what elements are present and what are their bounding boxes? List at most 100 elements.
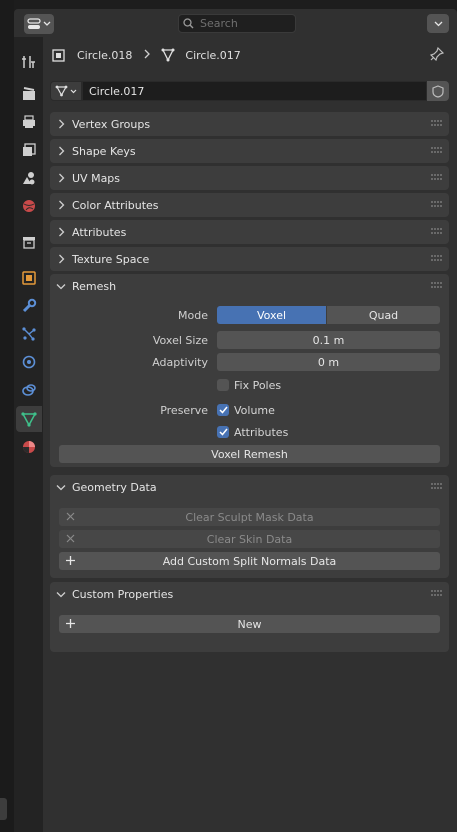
add-normals-label: Add Custom Split Normals Data (162, 554, 337, 568)
properties-header: Search (14, 9, 457, 37)
mesh-name-field[interactable]: Circle.017 (82, 81, 427, 101)
geometry-data-header[interactable]: Geometry Data (50, 475, 449, 499)
panel-uv-maps[interactable]: UV Maps (50, 166, 449, 190)
preserve-volume-checkbox[interactable]: Volume (217, 404, 275, 417)
tab-constraints[interactable] (16, 377, 42, 403)
tab-object[interactable] (16, 265, 42, 291)
tab-output[interactable] (16, 109, 42, 135)
new-property-button[interactable]: New (59, 615, 440, 633)
remesh-header[interactable]: Remesh (50, 274, 449, 298)
drag-grip-icon[interactable] (431, 483, 443, 490)
panel-title: Shape Keys (72, 144, 136, 158)
preserve-volume-row: Preserve Volume (50, 401, 449, 419)
search-icon (183, 18, 194, 29)
mesh-name-text: Circle.017 (89, 84, 145, 98)
voxel-size-field[interactable]: 0.1 m (217, 331, 440, 349)
search-placeholder: Search (200, 17, 238, 30)
properties-editor-icon (27, 18, 41, 29)
panel-title: Texture Space (72, 252, 150, 266)
drag-grip-icon[interactable] (431, 201, 443, 208)
particles-icon (22, 327, 36, 341)
world-icon (23, 200, 35, 212)
tab-world[interactable] (16, 193, 42, 219)
chevron-right-icon (50, 254, 72, 264)
physics-icon (22, 355, 36, 369)
shield-icon (432, 84, 444, 98)
region-toggle-handle[interactable] (0, 798, 7, 820)
drag-grip-icon[interactable] (431, 174, 443, 181)
breadcrumb-object: Circle.018 (77, 48, 133, 62)
add-custom-split-normals-button[interactable]: Add Custom Split Normals Data (59, 552, 440, 570)
voxel-size-label: Voxel Size (152, 333, 208, 347)
tab-collection[interactable] (16, 229, 42, 255)
tab-modifiers[interactable] (16, 293, 42, 319)
preserve-label: Preserve (160, 403, 208, 417)
breadcrumb: Circle.018 Circle.017 (52, 44, 241, 66)
panel-color-attributes[interactable]: Color Attributes (50, 193, 449, 217)
panel-attributes[interactable]: Attributes (50, 220, 449, 244)
preserve-attributes-checkbox[interactable]: Attributes (217, 423, 417, 441)
tab-data[interactable] (16, 406, 42, 432)
clear-skin-data-button[interactable]: Clear Skin Data (59, 530, 440, 548)
checkmark-icon[interactable] (217, 426, 229, 438)
voxel-size-value: 0.1 m (312, 333, 345, 347)
adaptivity-label: Adaptivity (152, 355, 208, 369)
panel-shape-keys[interactable]: Shape Keys (50, 139, 449, 163)
drag-grip-icon[interactable] (431, 120, 443, 127)
voxel-remesh-button[interactable]: Voxel Remesh (59, 445, 440, 463)
custom-properties-header[interactable]: Custom Properties (50, 582, 449, 606)
chevron-right-icon (50, 146, 72, 156)
tab-particles[interactable] (16, 321, 42, 347)
panel-title: Geometry Data (72, 480, 157, 494)
panel-title: Vertex Groups (72, 117, 151, 131)
clear-sculpt-mask-button[interactable]: Clear Sculpt Mask Data (59, 508, 440, 526)
constraints-icon (22, 384, 36, 396)
drag-grip-icon[interactable] (431, 255, 443, 262)
drag-grip-icon[interactable] (431, 590, 443, 597)
voxel-size-row: Voxel Size 0.1 m (50, 331, 449, 349)
browse-mesh-button[interactable] (50, 81, 82, 101)
tab-scene[interactable] (16, 165, 42, 191)
chevron-right-icon (50, 200, 72, 210)
drag-grip-icon[interactable] (431, 147, 443, 154)
fix-poles-checkbox[interactable]: Fix Poles (217, 376, 417, 394)
tab-tool[interactable] (16, 49, 42, 75)
plus-icon (66, 619, 75, 628)
checkbox-unchecked[interactable] (217, 379, 229, 391)
modifier-icon (22, 298, 37, 313)
mode-voxel-text: Voxel (256, 308, 287, 322)
chevron-down-icon (70, 89, 77, 93)
mode-row: Mode Voxel Quad (50, 306, 449, 324)
tab-physics[interactable] (16, 349, 42, 375)
mode-quad-option[interactable]: Quad (327, 306, 440, 324)
panel-texture-space[interactable]: Texture Space (50, 247, 449, 271)
scrollbar[interactable] (450, 37, 457, 832)
chevron-down-icon (434, 21, 442, 26)
search-input[interactable]: Search (178, 14, 296, 33)
options-dropdown-button[interactable] (427, 14, 449, 33)
tab-view-layer[interactable] (16, 137, 42, 163)
chevron-right-icon (144, 49, 151, 62)
fake-user-button[interactable] (427, 81, 449, 101)
mode-label: Mode (178, 308, 208, 322)
view-layer-icon (23, 143, 36, 156)
panel-vertex-groups[interactable]: Vertex Groups (50, 112, 449, 136)
fix-poles-label: Fix Poles (234, 378, 282, 392)
panel-title: UV Maps (72, 171, 121, 185)
pin-icon[interactable] (429, 46, 445, 64)
chevron-down-icon (50, 484, 72, 491)
tab-render[interactable] (16, 81, 42, 107)
panel-title: Remesh (72, 279, 117, 293)
panel-title: Custom Properties (72, 587, 174, 601)
material-icon (23, 441, 35, 453)
mode-voxel-option[interactable]: Voxel (217, 306, 326, 324)
tab-material[interactable] (16, 434, 42, 460)
drag-grip-icon[interactable] (431, 282, 443, 289)
checkmark-icon[interactable] (217, 404, 229, 416)
drag-grip-icon[interactable] (431, 228, 443, 235)
editor-type-button[interactable] (24, 14, 54, 34)
breadcrumb-mesh: Circle.017 (185, 48, 241, 62)
mesh-datablock-selector: Circle.017 (50, 81, 449, 101)
adaptivity-field[interactable]: 0 m (217, 353, 440, 371)
object-icon (22, 271, 36, 285)
